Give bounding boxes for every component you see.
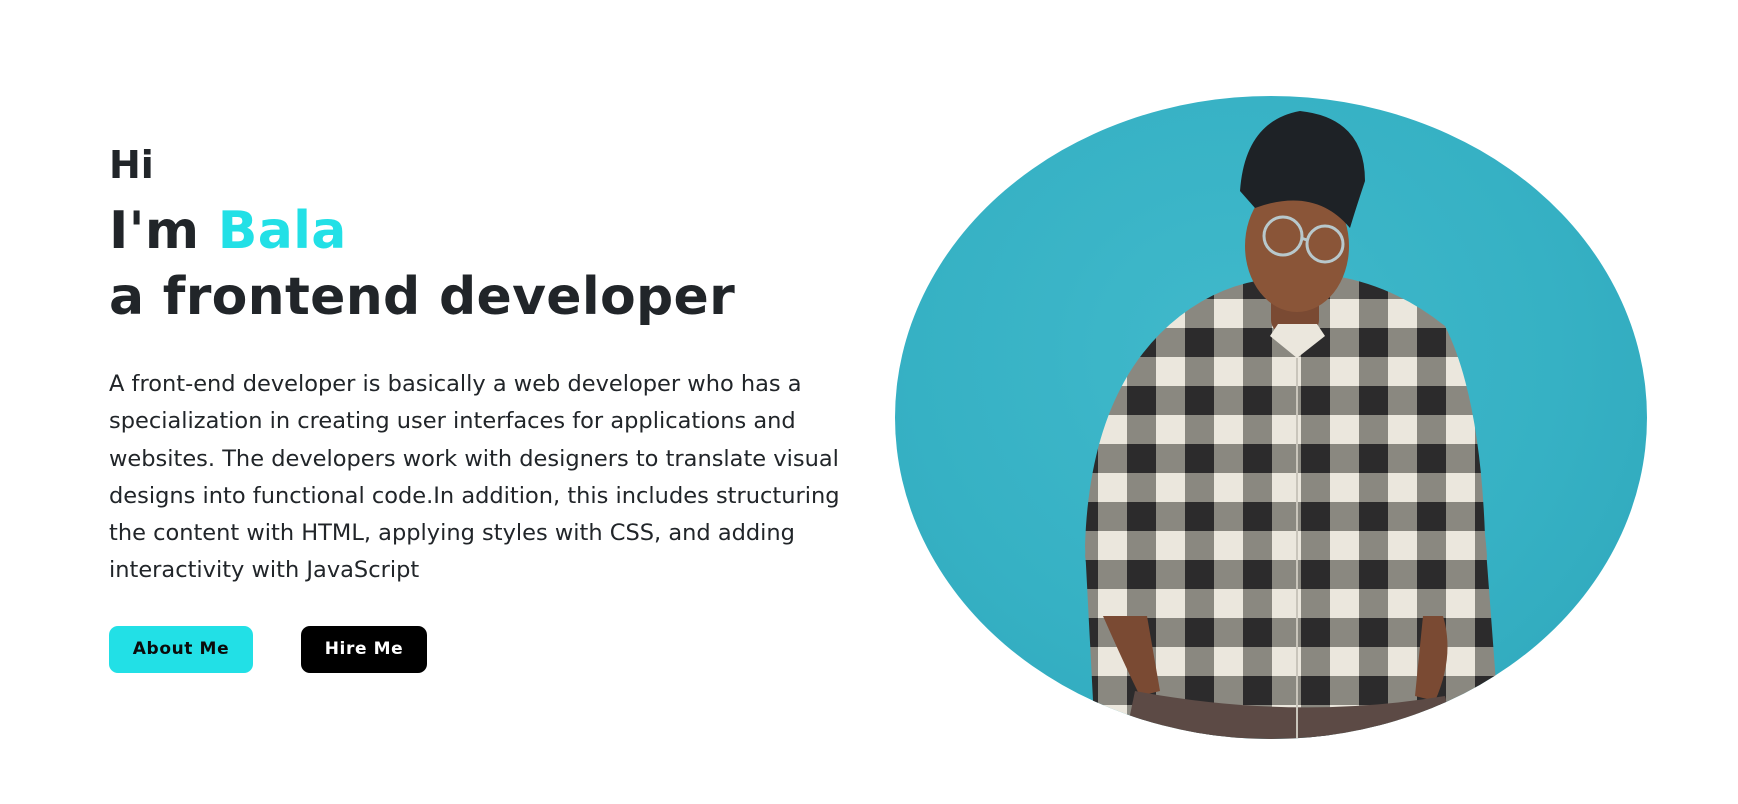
about-me-button[interactable]: About Me [109, 625, 253, 673]
headline-prefix: I'm [109, 201, 218, 261]
hero-intro: Hi I'm Bala a frontend developer A front… [109, 140, 879, 673]
profile-photo [895, 96, 1647, 739]
greeting: Hi [109, 143, 154, 187]
hero-description: A front-end developer is basically a web… [109, 371, 840, 584]
developer-name: Bala [217, 201, 347, 261]
hero-buttons: About Me Hire Me [109, 625, 879, 673]
headline: I'm Bala a frontend developer [109, 198, 879, 330]
hire-me-button[interactable]: Hire Me [301, 625, 427, 673]
profile-photo-illustration [1085, 111, 1500, 739]
developer-role: a frontend developer [109, 267, 736, 327]
hero-section: Hi I'm Bala a frontend developer A front… [0, 0, 1738, 804]
